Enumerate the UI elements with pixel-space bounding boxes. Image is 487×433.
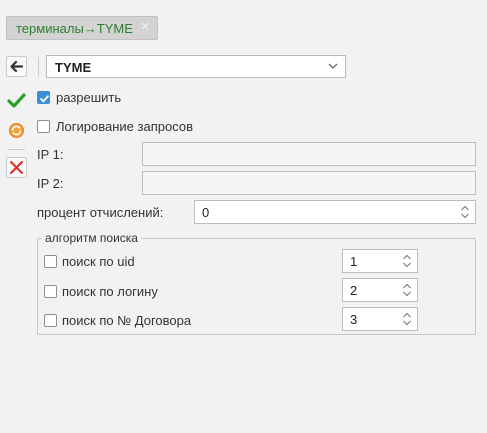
toolbar-divider xyxy=(8,149,25,150)
delete-button[interactable] xyxy=(6,157,27,178)
chevron-down-icon xyxy=(328,63,338,69)
search-by-uid-order-value: 1 xyxy=(350,254,358,269)
search-by-login-checkbox[interactable] xyxy=(44,285,57,298)
tab-close-icon[interactable]: × xyxy=(141,18,150,36)
checkmark-icon xyxy=(39,95,50,103)
save-button[interactable] xyxy=(6,90,27,111)
deduction-percent-label: процент отчислений: xyxy=(37,205,164,220)
back-arrow-icon xyxy=(10,60,24,73)
search-by-login-label: поиск по логину xyxy=(62,284,158,299)
refresh-button[interactable] xyxy=(6,120,27,141)
ip2-label: IP 2: xyxy=(37,176,64,191)
back-button[interactable] xyxy=(6,56,27,77)
request-logging-label: Логирование запросов xyxy=(56,119,193,134)
spin-arrows-icon[interactable] xyxy=(402,252,412,270)
check-icon xyxy=(7,93,26,108)
ip1-label: IP 1: xyxy=(37,147,64,162)
allow-label: разрешить xyxy=(56,90,122,105)
search-by-login-order-stepper[interactable]: 2 xyxy=(342,278,418,302)
refresh-icon xyxy=(9,123,24,138)
spin-arrows-icon[interactable] xyxy=(460,203,470,221)
spin-arrows-icon[interactable] xyxy=(402,281,412,299)
search-by-contract-label: поиск по № Договора xyxy=(62,313,192,328)
search-by-uid-label: поиск по uid xyxy=(62,254,135,269)
request-logging-checkbox[interactable] xyxy=(37,120,50,133)
deduction-percent-stepper[interactable]: 0 xyxy=(194,200,476,224)
allow-checkbox[interactable] xyxy=(37,91,50,104)
search-by-contract-order-value: 3 xyxy=(350,312,358,327)
deduction-percent-value: 0 xyxy=(202,205,210,220)
spin-arrows-icon[interactable] xyxy=(402,310,412,328)
search-by-login-order-value: 2 xyxy=(350,283,358,298)
toolbar-separator xyxy=(38,57,39,76)
terminal-select-value: TYME xyxy=(55,60,92,75)
terminal-select[interactable]: TYME xyxy=(46,55,346,78)
search-by-uid-order-stepper[interactable]: 1 xyxy=(342,249,418,273)
tab-terminals-tyme[interactable]: терминалы→TYME × xyxy=(6,16,158,40)
search-by-contract-checkbox[interactable] xyxy=(44,314,57,327)
search-by-uid-checkbox[interactable] xyxy=(44,255,57,268)
search-algorithm-title: алгоритм поиска xyxy=(42,231,141,245)
delete-x-icon xyxy=(9,160,24,175)
ip1-field[interactable] xyxy=(142,142,476,166)
tab-label: терминалы→TYME xyxy=(16,21,133,36)
ip2-field[interactable] xyxy=(142,171,476,195)
search-by-contract-order-stepper[interactable]: 3 xyxy=(342,307,418,331)
